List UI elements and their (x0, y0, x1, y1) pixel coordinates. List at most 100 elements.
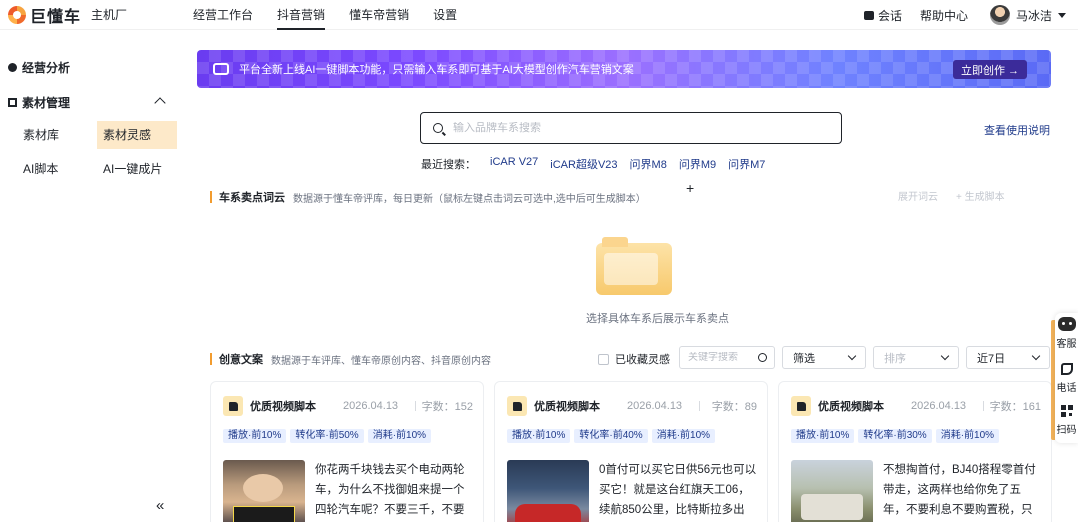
banner-text: 平台全新上线AI一键脚本功能，只需输入车系即可基于AI大模型创作汽车营销文案 (239, 64, 634, 76)
divider (699, 401, 700, 411)
material-icon (8, 97, 17, 107)
creative-header: 创意文案 数据源于车评库、懂车帝原创内容、抖音原创内容 (210, 351, 491, 367)
checkbox[interactable] (598, 353, 609, 365)
ai-script-banner[interactable]: 平台全新上线AI一键脚本功能，只需输入车系即可基于AI大模型创作汽车营销文案 立… (197, 50, 1051, 88)
tag: 消耗·前10% (367, 429, 432, 443)
sidebar-section-label: 素材管理 (22, 95, 71, 110)
tag: 转化率·前40% (574, 429, 648, 443)
thumbs-up-icon (791, 396, 811, 416)
sort-select[interactable]: 排序 (873, 346, 959, 369)
scan-button[interactable]: 扫码 (1055, 405, 1078, 436)
sidebar-section-business-analysis[interactable]: 经营分析 (8, 57, 70, 77)
sidebar: 经营分析 素材管理 素材库 素材灵感 AI脚本 AI一键成片 « (0, 31, 186, 522)
video-thumbnail[interactable] (791, 460, 873, 522)
chevron-down-icon (1031, 351, 1041, 361)
recent-item[interactable]: 问界M8 (630, 156, 667, 172)
tag: 消耗·前10% (651, 429, 716, 443)
tag: 消耗·前10% (935, 429, 1000, 443)
chevron-down-icon (940, 351, 950, 361)
sidebar-item-ai-one-click[interactable]: AI一键成片 (103, 155, 162, 183)
customer-service-button[interactable]: 客服 (1055, 317, 1078, 350)
expand-cloud-button[interactable]: 展开词云 (898, 188, 938, 203)
generate-script-button[interactable]: + 生成脚本 (956, 188, 1005, 203)
phone-icon (1060, 363, 1073, 375)
filter-select[interactable]: 筛选 (782, 346, 866, 369)
word-cloud-actions: 展开词云 + 生成脚本 (898, 188, 1023, 203)
section-title: 车系卖点词云 (219, 192, 285, 204)
filter-label: 筛选 (793, 352, 815, 365)
favorites-label: 已收藏灵感 (615, 354, 670, 366)
sort-placeholder: 排序 (884, 352, 906, 365)
empty-folder-icon (596, 237, 672, 295)
crosshair-cursor-icon: + (686, 180, 695, 196)
recent-searches: 最近搜索： iCAR V27 iCAR超级V23 问界M8 问界M9 问界M7 (421, 156, 777, 172)
script-card[interactable]: 优质视频脚本 2026.04.13 字数：152 播放·前10% 转化率·前50… (210, 381, 484, 522)
logo[interactable]: 巨懂车 主机厂 (8, 3, 127, 27)
nav-item-dongchedi-marketing[interactable]: 懂车帝营销 (337, 0, 421, 30)
video-thumbnail[interactable] (507, 460, 589, 522)
main-nav: 经营工作台 抖音营销 懂车帝营销 设置 (181, 0, 469, 30)
card-text: 0首付可以买它日供56元也可以买它！就是这台红旗天工06，续航850公里，比特斯… (599, 464, 757, 516)
analysis-icon (8, 62, 17, 72)
create-now-button[interactable]: 立即创作 → (953, 60, 1027, 79)
section-desc: 数据源于懂车帝评库，每日更新（鼠标左键点击词云可选中,选中后可生成脚本） (293, 193, 646, 205)
word-cloud-header: 车系卖点词云 数据源于懂车帝评库，每日更新（鼠标左键点击词云可选中,选中后可生成… (210, 189, 646, 205)
tag: 转化率·前50% (290, 429, 364, 443)
ai-icon (213, 63, 229, 75)
sidebar-section-label: 经营分析 (22, 60, 71, 75)
keyword-input[interactable] (688, 352, 758, 363)
card-title: 优质视频脚本 (250, 401, 316, 413)
usage-guide-link[interactable]: 查看使用说明 (984, 122, 1050, 138)
user-menu[interactable]: 马冰洁 (989, 5, 1066, 25)
search-input[interactable] (453, 122, 833, 134)
chat-icon (863, 10, 874, 20)
recent-item[interactable]: 问界M9 (679, 156, 716, 172)
divider (415, 401, 416, 411)
card-word-count: 字数：152 (421, 401, 473, 413)
avatar (989, 5, 1010, 25)
sidebar-item-ai-script[interactable]: AI脚本 (23, 155, 58, 183)
search-icon (433, 123, 443, 133)
empty-state-text: 选择具体车系后展示车系卖点 (586, 313, 729, 325)
sub-brand: 主机厂 (91, 8, 128, 22)
float-label: 客服 (1056, 339, 1077, 350)
top-bar: 巨懂车 主机厂 经营工作台 抖音营销 懂车帝营销 设置 会话 帮助中心 马冰洁 (0, 0, 1078, 30)
card-date: 2026.04.13 (911, 400, 967, 412)
script-card[interactable]: 优质视频脚本 2026.04.13 字数：161 播放·前10% 转化率·前30… (778, 381, 1052, 522)
float-label: 扫码 (1056, 425, 1077, 436)
chat-label: 会话 (877, 8, 902, 23)
script-card[interactable]: 优质视频脚本 2026.04.13 字数：89 播放·前10% 转化率·前40%… (494, 381, 768, 522)
sidebar-item-material-library[interactable]: 素材库 (23, 121, 59, 149)
thumbs-up-icon (507, 396, 527, 416)
search-icon (758, 353, 767, 362)
help-center-link[interactable]: 帮助中心 (920, 7, 968, 24)
car-series-search[interactable] (420, 112, 842, 144)
nav-item-settings[interactable]: 设置 (421, 0, 469, 30)
logo-icon (8, 5, 26, 24)
period-select[interactable]: 近7日 (966, 346, 1050, 369)
nav-item-workbench[interactable]: 经营工作台 (181, 0, 265, 30)
float-label: 电话 (1056, 383, 1077, 394)
collapse-sidebar-icon[interactable]: « (156, 497, 164, 514)
card-text: 你花两千块钱去买个电动两轮车，为什么不找御姐来提一个四轮汽车呢？不要三千，不要 (315, 464, 465, 516)
section-title: 创意文案 (219, 354, 263, 366)
chat-button[interactable]: 会话 (863, 7, 902, 24)
sidebar-section-material-management[interactable]: 素材管理 (8, 92, 70, 112)
card-date: 2026.04.13 (627, 400, 683, 412)
chevron-up-icon[interactable] (154, 97, 166, 109)
thumbs-up-icon (223, 396, 243, 416)
tag: 播放·前10% (791, 429, 855, 443)
nav-item-douyin-marketing[interactable]: 抖音营销 (265, 0, 337, 30)
phone-button[interactable]: 电话 (1055, 363, 1078, 394)
divider (983, 401, 984, 411)
qr-code-icon (1060, 405, 1073, 417)
recent-item[interactable]: iCAR超级V23 (550, 156, 617, 172)
sidebar-item-material-inspiration[interactable]: 素材灵感 (97, 121, 177, 149)
favorites-checkbox[interactable]: 已收藏灵感 (598, 351, 670, 367)
keyword-search[interactable] (679, 346, 775, 369)
recent-item[interactable]: 问界M7 (728, 156, 765, 172)
period-label: 近7日 (977, 352, 1006, 365)
video-thumbnail[interactable] (223, 460, 305, 522)
recent-item[interactable]: iCAR V27 (490, 156, 538, 172)
tag: 播放·前10% (223, 429, 287, 443)
